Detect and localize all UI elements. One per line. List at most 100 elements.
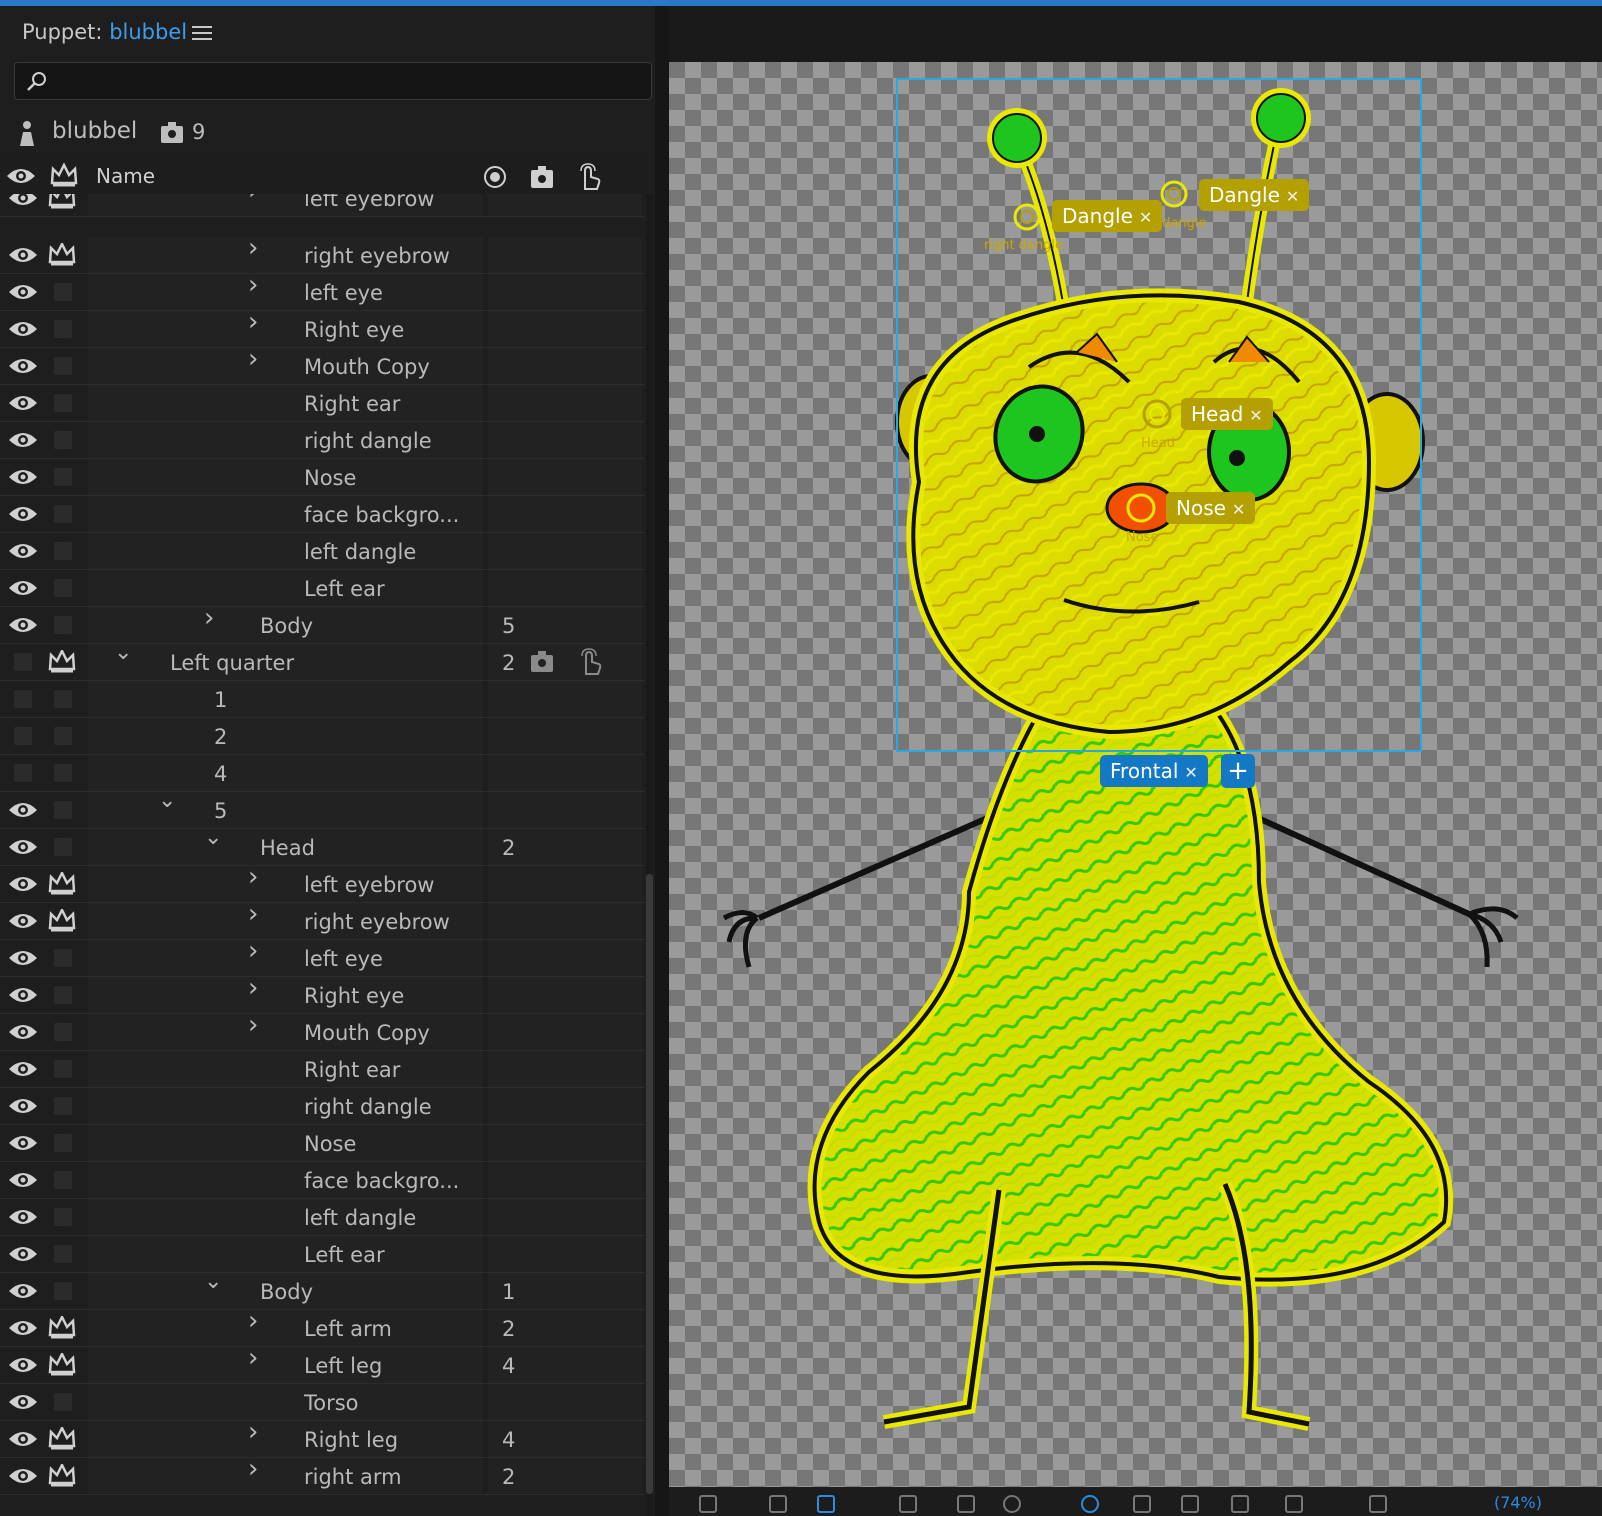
hamburger-menu-icon[interactable] [192,26,212,42]
tree-row-name-cell[interactable] [88,940,483,976]
tree-row-name-cell[interactable] [88,274,483,310]
tree-row-name-cell[interactable] [88,1199,483,1235]
visibility-eye-icon[interactable] [6,940,40,977]
tree-row-name-cell[interactable] [88,977,483,1013]
tree-scrollbar-thumb[interactable] [646,874,653,1494]
visibility-eye-icon[interactable] [6,1051,40,1088]
visibility-toggle-empty[interactable] [6,681,40,718]
independence-toggle-empty[interactable] [46,718,80,755]
independent-crown-icon[interactable] [46,1347,80,1384]
visibility-eye-icon[interactable] [6,903,40,940]
independence-toggle-empty[interactable] [46,755,80,792]
tree-row-name-cell[interactable] [88,1125,483,1161]
chevron-right-icon[interactable]: › [248,864,258,890]
tree-row[interactable]: › left eyebrow [0,864,645,903]
head-selection-box[interactable] [896,78,1422,752]
tree-row[interactable]: › Body 5 [0,605,645,644]
tree-row[interactable]: right dangle [0,1088,645,1125]
independence-toggle-empty[interactable] [46,348,80,385]
visibility-eye-icon[interactable] [6,1347,40,1384]
independence-toggle-empty[interactable] [46,681,80,718]
tree-row[interactable]: › Right eye [0,309,645,348]
independence-toggle-empty[interactable] [46,533,80,570]
nose-tag-close-icon[interactable]: ✕ [1232,494,1245,526]
chevron-right-icon[interactable]: › [248,901,258,927]
chevron-right-icon[interactable]: › [248,272,258,298]
tree-row[interactable]: › Mouth Copy [0,1012,645,1051]
tree-row-name-cell[interactable] [88,1347,483,1383]
tree-row-name-cell[interactable] [88,1051,483,1087]
visibility-eye-icon[interactable] [6,1458,40,1495]
hand-tool-icon[interactable] [957,1495,975,1513]
stick-tool-icon[interactable] [1133,1495,1151,1513]
independence-toggle-empty[interactable] [46,1051,80,1088]
shape-tool-icon[interactable] [817,1495,835,1513]
origin-tool-icon[interactable] [1081,1495,1099,1513]
tree-row[interactable]: Nose [0,1125,645,1162]
independence-toggle-empty[interactable] [46,977,80,1014]
independence-toggle-empty[interactable] [46,570,80,607]
draggable-tool-icon[interactable] [1285,1495,1303,1513]
tree-row-name-cell[interactable] [88,1384,483,1420]
independence-column-crown-icon[interactable] [50,163,78,187]
independent-crown-icon[interactable] [46,1458,80,1495]
independence-toggle-empty[interactable] [46,1162,80,1199]
visibility-eye-icon[interactable] [6,1236,40,1273]
chevron-down-icon[interactable]: ⌄ [114,642,132,664]
visibility-eye-icon[interactable] [6,866,40,903]
tree-row-name-cell[interactable] [88,533,483,569]
tree-row-name-cell[interactable] [88,459,483,495]
visibility-toggle-empty[interactable] [6,755,40,792]
tree-row[interactable]: 4 [0,755,645,792]
visibility-eye-icon[interactable] [6,1088,40,1125]
independence-toggle-empty[interactable] [46,274,80,311]
tree-row[interactable]: Right ear [0,385,645,422]
frontal-tag-close-icon[interactable]: ✕ [1184,757,1197,789]
visibility-eye-icon[interactable] [6,533,40,570]
visibility-eye-icon[interactable] [6,459,40,496]
dangle-tag-right[interactable]: Dangle ✕ [1199,179,1310,211]
chevron-right-icon[interactable]: › [248,309,258,335]
handle-hand-icon[interactable] [577,648,603,680]
independent-crown-icon[interactable] [46,1421,80,1458]
tree-row[interactable]: › Right eye [0,975,645,1014]
search-field[interactable] [14,62,652,100]
tree-row[interactable]: face backgro... [0,496,645,533]
chevron-down-icon[interactable]: ⌄ [158,790,176,812]
handle-tool-icon[interactable] [1181,1495,1199,1513]
tree-row[interactable]: 1 [0,681,645,718]
tree-row[interactable]: left dangle [0,1199,645,1236]
chevron-right-icon[interactable]: › [204,605,214,631]
visibility-eye-icon[interactable] [6,311,40,348]
head-tag[interactable]: Head ✕ [1181,398,1273,430]
independence-toggle-empty[interactable] [46,496,80,533]
tree-row-name-cell[interactable] [88,681,483,717]
behavior-camera-icon[interactable] [530,651,554,677]
visibility-eye-icon[interactable] [6,977,40,1014]
tree-row-name-cell[interactable] [88,570,483,606]
search-input[interactable] [55,69,639,93]
dangle-tag-left[interactable]: Dangle ✕ [1052,200,1163,232]
tree-row-name-cell[interactable] [88,311,483,347]
visibility-eye-icon[interactable] [6,385,40,422]
independence-toggle-empty[interactable] [46,1088,80,1125]
independence-toggle-empty[interactable] [46,459,80,496]
independent-crown-icon[interactable] [46,903,80,940]
tree-row[interactable]: › right eyebrow [0,235,645,274]
visibility-toggle-empty[interactable] [6,644,40,681]
head-tag-close-icon[interactable]: ✕ [1249,400,1262,432]
tree-row[interactable]: ⌄ Left quarter 2 [0,642,645,681]
dangle-tool-icon[interactable] [1231,1495,1249,1513]
tree-row[interactable]: ⌄ 5 [0,790,645,829]
visibility-eye-icon[interactable] [6,1014,40,1051]
handles-column-hand-icon[interactable] [576,163,602,191]
puppet-stage[interactable]: right dangle left dangle Head Nose Dangl… [669,62,1602,1487]
tree-row[interactable]: › right eyebrow [0,901,645,940]
pin-tool-icon[interactable] [699,1495,717,1513]
visibility-eye-icon[interactable] [6,1310,40,1347]
tree-row[interactable]: › Mouth Copy [0,346,645,385]
visibility-eye-icon[interactable] [6,422,40,459]
tree-row[interactable]: › Left leg 4 [0,1345,645,1384]
name-column-label[interactable]: Name [96,164,155,188]
tree-row[interactable]: Left ear [0,1236,645,1273]
